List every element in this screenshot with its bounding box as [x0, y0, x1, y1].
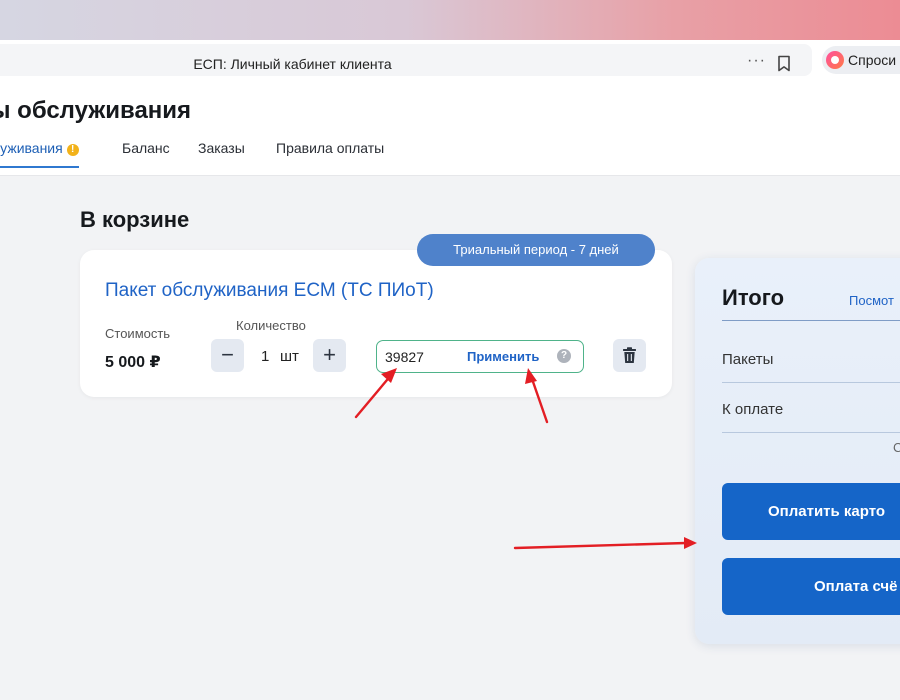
pay-by-invoice-button[interactable]: Оплата счё: [722, 558, 900, 615]
promo-code-field[interactable]: 39827 Применить ?: [376, 340, 584, 373]
trash-icon: [623, 347, 636, 363]
tab-services[interactable]: луживания!: [0, 140, 79, 168]
product-link[interactable]: Пакет обслуживания ЕСМ (ТС ПИоТ): [105, 280, 434, 302]
browser-top-strip: [0, 0, 900, 40]
summary-title: Итого: [722, 285, 785, 310]
browser-address-bar: ЕСП: Личный кабинет клиента ··· Спроси: [0, 40, 900, 81]
quantity-increase-button[interactable]: +: [313, 339, 346, 372]
cost-value: 5 000 ₽: [105, 354, 161, 371]
pay-by-card-button[interactable]: Оплатить карто: [722, 483, 900, 540]
packets-label: Пакеты: [722, 351, 774, 368]
warning-icon: !: [66, 144, 79, 156]
tab-balance[interactable]: Баланс: [122, 140, 170, 156]
trial-period-badge: Триальный период - 7 дней: [417, 234, 655, 266]
summary-view-link[interactable]: Посмот: [849, 293, 894, 308]
ask-label: Спроси: [848, 52, 897, 68]
page-title: ы обслуживания: [0, 97, 192, 124]
address-field[interactable]: ЕСП: Личный кабинет клиента ···: [0, 44, 812, 76]
page-header: ы обслуживания луживания! Баланс Заказы …: [0, 80, 900, 176]
summary-divider: [722, 320, 900, 321]
help-icon[interactable]: ?: [557, 349, 571, 363]
to-pay-label: К оплате: [722, 401, 784, 418]
tab-services-label: луживания: [0, 140, 63, 156]
delete-item-button[interactable]: [613, 339, 646, 372]
arrow-to-pay-buttons: [513, 541, 688, 550]
promo-code-value[interactable]: 39827: [385, 349, 424, 365]
quantity-value: 1: [261, 348, 270, 365]
apply-promo-button[interactable]: Применить: [467, 349, 539, 364]
bookmark-icon[interactable]: [777, 55, 791, 77]
tab-orders[interactable]: Заказы: [198, 140, 245, 156]
summary-divider: [722, 432, 900, 433]
cart-title: В корзине: [80, 207, 190, 232]
alice-logo-icon: [826, 51, 844, 69]
cost-label: Стоимость: [105, 326, 171, 341]
ask-alice-button[interactable]: Спроси: [822, 46, 900, 74]
summary-divider: [722, 382, 900, 383]
quantity-label: Количество: [236, 318, 306, 333]
tab-payment-rules[interactable]: Правила оплаты: [276, 140, 384, 156]
quantity-unit: шт: [280, 348, 299, 365]
order-summary-panel: Итого Посмот Пакеты К оплате С Оплатить …: [695, 258, 900, 644]
more-dots-icon[interactable]: ···: [747, 52, 766, 70]
cart-item-card: Триальный период - 7 дней Пакет обслужив…: [80, 234, 672, 397]
summary-note-text: С: [893, 440, 900, 455]
quantity-decrease-button[interactable]: −: [211, 339, 244, 372]
page-tab-title: ЕСП: Личный кабинет клиента: [193, 56, 392, 72]
